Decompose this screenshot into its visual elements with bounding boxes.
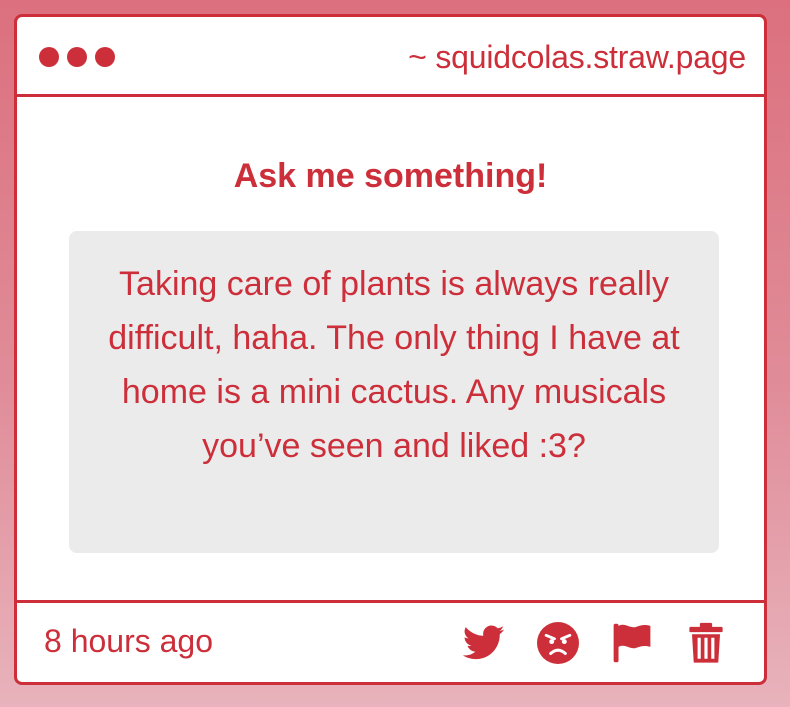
window-titlebar: ~ squidcolas.straw.page — [17, 17, 764, 97]
window-dot-icon — [67, 47, 87, 67]
delete-button[interactable] — [684, 621, 728, 665]
share-twitter-button[interactable] — [462, 621, 506, 665]
react-angry-button[interactable] — [536, 621, 580, 665]
flag-icon — [613, 623, 651, 663]
question-text: Taking care of plants is always really d… — [108, 265, 680, 465]
trash-icon — [689, 622, 723, 663]
page-title: Ask me something! — [233, 157, 548, 195]
angry-face-icon — [537, 622, 579, 664]
window-dot-icon — [39, 47, 59, 67]
window-dot-icon — [95, 47, 115, 67]
window-dots — [39, 47, 115, 67]
card-footer: 8 hours ago — [17, 600, 764, 682]
twitter-icon — [463, 625, 505, 660]
ask-card: ~ squidcolas.straw.page Ask me something… — [14, 14, 767, 685]
report-button[interactable] — [610, 621, 654, 665]
question-box: Taking care of plants is always really d… — [69, 231, 719, 553]
timestamp: 8 hours ago — [44, 623, 214, 659]
page-url: ~ squidcolas.straw.page — [408, 39, 746, 75]
action-bar — [462, 621, 728, 665]
